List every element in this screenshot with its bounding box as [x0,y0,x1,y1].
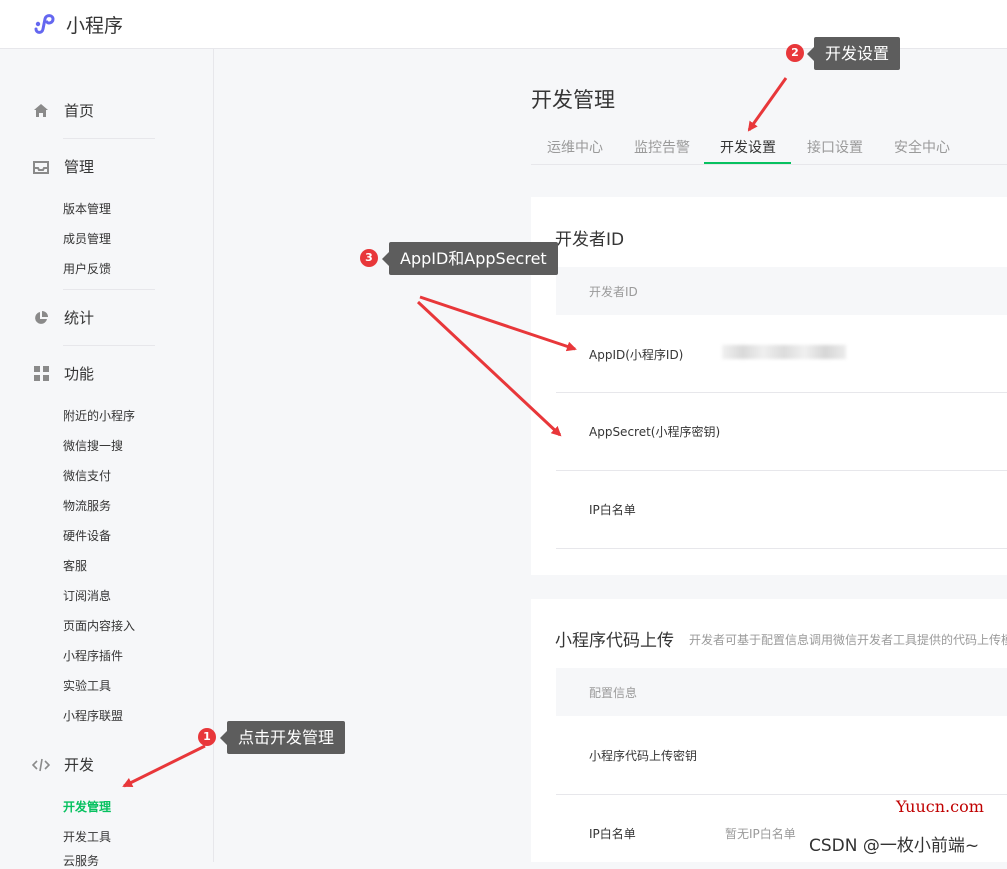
app-title[interactable]: 小程序 [66,11,123,38]
annotation-badge-3: 3 [360,249,378,267]
row-divider [556,392,1007,393]
tab-api-settings[interactable]: 接口设置 [807,137,863,157]
tab-ops-center[interactable]: 运维中心 [547,137,603,157]
divider [63,138,155,139]
developer-id-title: 开发者ID [555,230,625,250]
row-divider [556,794,1007,795]
code-upload-description: 开发者可基于配置信息调用微信开发者工具提供的代码上传模块 [689,633,1007,647]
site-watermark: Yuucn.com [896,797,984,816]
upload-key-label: 小程序代码上传密钥 [589,749,698,763]
sidebar-item-features[interactable]: 功能 [32,363,94,384]
row-divider [556,470,1007,471]
sidebar-item-alliance[interactable]: 小程序联盟 [63,707,123,724]
developer-id-table-header: 开发者ID [556,267,1007,315]
sidebar-item-member-manage[interactable]: 成员管理 [63,230,111,247]
annotation-callout-3: AppID和AppSecret [382,242,558,275]
sidebar-item-cloud-service[interactable]: 云服务 [63,852,99,869]
page-title: 开发管理 [531,88,615,112]
config-table-header: 配置信息 [556,668,1007,716]
sidebar-item-statistics[interactable]: 统计 [32,307,94,328]
sidebar-item-label: 开发 [64,756,95,774]
sidebar-item-home[interactable]: 首页 [32,100,94,121]
sidebar-item-lab-tools[interactable]: 实验工具 [63,677,111,694]
author-watermark: CSDN @一枚小前端~ [809,836,980,856]
sidebar-item-label: 功能 [64,365,95,383]
appid-value-redacted [722,345,846,359]
upload-ip-whitelist-value: 暂无IP白名单 [725,827,796,841]
sidebar-item-develop[interactable]: 开发 [32,754,94,775]
sidebar-item-dev-tools[interactable]: 开发工具 [63,828,111,845]
sidebar-item-dev-manage[interactable]: 开发管理 [63,798,111,815]
code-upload-title: 小程序代码上传 [555,631,674,651]
appsecret-label: AppSecret(小程序密钥) [589,425,721,439]
sidebar-item-manage[interactable]: 管理 [32,156,94,177]
annotation-callout-2: 开发设置 [806,37,901,70]
tab-security-center[interactable]: 安全中心 [894,137,950,157]
inbox-icon [32,158,50,176]
sidebar-item-label: 统计 [64,309,95,327]
annotation-badge-2: 2 [786,44,804,62]
sidebar-item-subscribe-message[interactable]: 订阅消息 [63,587,111,604]
sidebar-item-label: 管理 [64,158,95,176]
developer-id-card [531,197,1007,575]
tab-dev-settings[interactable]: 开发设置 [720,137,776,157]
appid-label: AppID(小程序ID) [589,348,684,362]
sidebar-item-label: 首页 [64,102,95,120]
upload-ip-whitelist-label: IP白名单 [589,827,636,841]
arrow-to-dev-settings-tab [747,77,788,132]
annotation-badge-1: 1 [198,728,216,746]
sidebar-item-customer-service[interactable]: 客服 [63,557,87,574]
sidebar-item-logistics[interactable]: 物流服务 [63,497,111,514]
divider [63,345,155,346]
ip-whitelist-label: IP白名单 [589,503,636,517]
sidebar-item-page-content[interactable]: 页面内容接入 [63,617,135,634]
sidebar-item-user-feedback[interactable]: 用户反馈 [63,260,111,277]
annotation-callout-1: 点击开发管理 [219,721,346,754]
sidebar-item-plugins[interactable]: 小程序插件 [63,647,123,664]
sidebar-item-version-manage[interactable]: 版本管理 [63,200,111,217]
sidebar-item-nearby-mini-programs[interactable]: 附近的小程序 [63,407,135,424]
mini-program-logo-icon[interactable] [32,12,58,36]
code-icon [32,756,50,774]
sidebar-item-wechat-search[interactable]: 微信搜一搜 [63,437,123,454]
sidebar-item-wechat-pay[interactable]: 微信支付 [63,467,111,484]
row-divider [556,548,1007,549]
pie-chart-icon [32,309,50,327]
grid-icon [32,365,50,383]
table-header-label: 配置信息 [589,686,638,700]
home-icon [32,102,50,120]
sidebar-item-hardware[interactable]: 硬件设备 [63,527,111,544]
active-tab-indicator [704,162,791,164]
divider [63,289,155,290]
table-header-label: 开发者ID [589,285,638,299]
tab-monitoring-alerts[interactable]: 监控告警 [634,137,690,157]
